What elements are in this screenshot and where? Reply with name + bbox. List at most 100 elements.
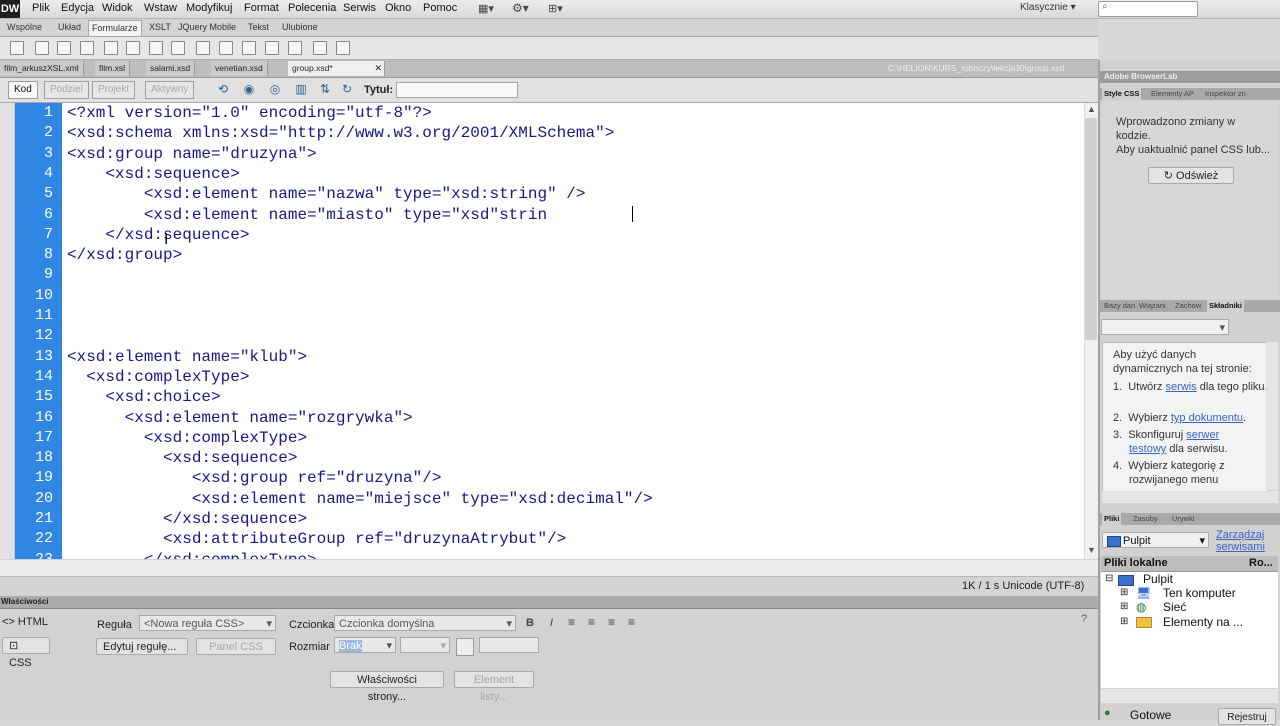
- size-select[interactable]: Brak ▾: [334, 637, 396, 653]
- expand-icon[interactable]: ⊞: [1120, 587, 1128, 598]
- data-scrollbar[interactable]: [1266, 342, 1278, 490]
- tab-components[interactable]: Składniki: [1207, 300, 1244, 312]
- doc-tab-venetian[interactable]: venetian.xsd: [211, 61, 268, 76]
- tab-databases[interactable]: Bazy dan: [1102, 300, 1137, 312]
- tree-item-computer[interactable]: Ten komputer: [1163, 586, 1236, 600]
- site-select[interactable]: Pulpit ▾: [1102, 532, 1209, 548]
- radio-group-icon[interactable]: [171, 41, 185, 55]
- tab-snippets[interactable]: Urywki: [1170, 513, 1197, 525]
- browserlab-header[interactable]: Adobe BrowserLab: [1100, 71, 1280, 83]
- search-input[interactable]: ⌕: [1098, 1, 1198, 17]
- layout-icon[interactable]: ▦▾: [478, 2, 494, 15]
- form-icon[interactable]: [10, 41, 24, 55]
- color-picker[interactable]: [456, 638, 474, 656]
- live-code-icon[interactable]: ⟲: [216, 82, 230, 96]
- tab-tekst[interactable]: Tekst: [248, 22, 269, 32]
- doc-tab-film-arkusz[interactable]: film_arkuszXSL.xml: [0, 61, 84, 76]
- menu-modyfikuj[interactable]: Modyfikuj: [186, 2, 232, 14]
- tab-ap-elements[interactable]: Elementy AP: [1149, 88, 1196, 100]
- manage-sites-link[interactable]: Zarządzaj serwisami: [1216, 529, 1278, 553]
- tab-ulubione[interactable]: Ulubione: [282, 22, 318, 32]
- tab-wspolne[interactable]: Wspólne: [7, 22, 42, 32]
- gear-icon[interactable]: ⚙▾: [512, 1, 529, 15]
- file-mgmt-icon[interactable]: ⇅: [318, 82, 332, 96]
- collapse-icon[interactable]: ⊟: [1105, 573, 1113, 584]
- doc-tab-group[interactable]: group.xsd* ✕: [288, 61, 385, 76]
- inspect-icon[interactable]: ◉: [242, 82, 256, 96]
- select-icon[interactable]: [196, 41, 210, 55]
- jump-menu-icon[interactable]: [219, 41, 233, 55]
- workspace-switcher[interactable]: Klasycznie ▾: [1020, 2, 1076, 13]
- tree-item-other[interactable]: Elementy na ...: [1163, 615, 1243, 629]
- italic-icon[interactable]: I: [550, 617, 553, 629]
- bold-icon[interactable]: B: [526, 617, 534, 629]
- fieldset-icon[interactable]: [336, 41, 350, 55]
- tab-behaviors[interactable]: Zachow: [1173, 300, 1203, 312]
- code-view-button[interactable]: Kod: [8, 81, 38, 99]
- column-header[interactable]: Ro...: [1249, 557, 1273, 569]
- button-icon[interactable]: [288, 41, 302, 55]
- site-icon[interactable]: ⊞▾: [548, 2, 563, 15]
- scroll-up-icon[interactable]: ▲: [1087, 104, 1096, 114]
- scrollbar-thumb[interactable]: [1085, 118, 1097, 340]
- align-center-icon[interactable]: ≡: [588, 615, 595, 629]
- live-view-button[interactable]: Aktywny: [145, 81, 195, 99]
- refresh-button[interactable]: ↻ Odśwież: [1148, 167, 1234, 184]
- tab-files[interactable]: Pliki: [1102, 513, 1122, 525]
- checkbox-icon[interactable]: [104, 41, 118, 55]
- tab-jquery-mobile[interactable]: JQuery Mobile: [178, 22, 236, 32]
- menu-format[interactable]: Format: [244, 2, 279, 14]
- font-select[interactable]: Czcionka domyślna ▾: [334, 615, 516, 631]
- css-panel-button[interactable]: Panel CSS: [196, 638, 276, 655]
- refresh-icon[interactable]: ↻: [340, 82, 354, 96]
- doc-type-link[interactable]: typ dokumentu: [1171, 412, 1243, 424]
- color-input[interactable]: [479, 637, 539, 653]
- menu-pomoc[interactable]: Pomoc: [423, 2, 457, 14]
- tab-uklad[interactable]: Układ: [58, 22, 81, 32]
- close-icon[interactable]: ✕: [374, 61, 382, 76]
- expand-icon[interactable]: ⊞: [1120, 601, 1128, 612]
- menu-okno[interactable]: Okno: [385, 2, 411, 14]
- doc-tab-film-xsl[interactable]: film.xsl: [95, 61, 130, 76]
- log-button[interactable]: Rejestruj: [1218, 708, 1276, 725]
- text-field-icon[interactable]: [35, 41, 49, 55]
- help-icon[interactable]: ?: [1081, 613, 1087, 625]
- tab-style-css[interactable]: Style CSS: [1102, 88, 1142, 100]
- expand-icon[interactable]: ⊞: [1120, 616, 1128, 627]
- tree-item-desktop[interactable]: Pulpit: [1143, 572, 1173, 586]
- css-tab[interactable]: ⊡ CSS: [2, 637, 50, 669]
- rule-select[interactable]: <Nowa reguła CSS> ▾: [139, 615, 276, 631]
- tab-bindings[interactable]: Wiązani: [1137, 300, 1168, 312]
- label-icon[interactable]: [313, 41, 327, 55]
- data-hscrollbar[interactable]: [1102, 491, 1278, 503]
- site-link[interactable]: serwis: [1165, 381, 1196, 393]
- align-left-icon[interactable]: ≡: [568, 615, 575, 629]
- align-right-icon[interactable]: ≡: [608, 615, 615, 629]
- files-hscrollbar[interactable]: [1101, 689, 1278, 703]
- image-field-icon[interactable]: [242, 41, 256, 55]
- tab-formularze[interactable]: Formularze: [88, 20, 142, 36]
- page-properties-button[interactable]: Właściwości strony...: [330, 671, 444, 703]
- menu-serwis[interactable]: Serwis: [343, 2, 376, 14]
- editor-horizontal-scrollbar[interactable]: [0, 559, 1098, 576]
- menu-edycja[interactable]: Edycja: [61, 2, 94, 14]
- browser-preview-icon[interactable]: ◎: [268, 82, 282, 96]
- menu-wstaw[interactable]: Wstaw: [144, 2, 177, 14]
- tab-tag-inspector[interactable]: Inspektor zn: [1203, 88, 1248, 100]
- menu-polecenia[interactable]: Polecenia: [288, 2, 336, 14]
- menu-plik[interactable]: Plik: [32, 2, 50, 14]
- tree-item-network[interactable]: Sieć: [1163, 600, 1186, 614]
- tab-xslt[interactable]: XSLT: [149, 22, 171, 32]
- split-view-button[interactable]: Podziel: [44, 81, 89, 99]
- justify-icon[interactable]: ≡: [628, 615, 635, 629]
- doc-tab-salami[interactable]: salami.xsd: [146, 61, 196, 76]
- file-field-icon[interactable]: [265, 41, 279, 55]
- textarea-icon[interactable]: [80, 41, 94, 55]
- scroll-down-icon[interactable]: ▼: [1087, 545, 1096, 555]
- radio-icon[interactable]: [149, 41, 163, 55]
- local-files-header[interactable]: Pliki lokalne: [1104, 557, 1168, 569]
- size-unit-select[interactable]: ▾: [400, 637, 450, 653]
- html-tab[interactable]: <> HTML: [2, 616, 48, 628]
- checkbox-group-icon[interactable]: [126, 41, 140, 55]
- design-view-button[interactable]: Projekt: [92, 81, 136, 99]
